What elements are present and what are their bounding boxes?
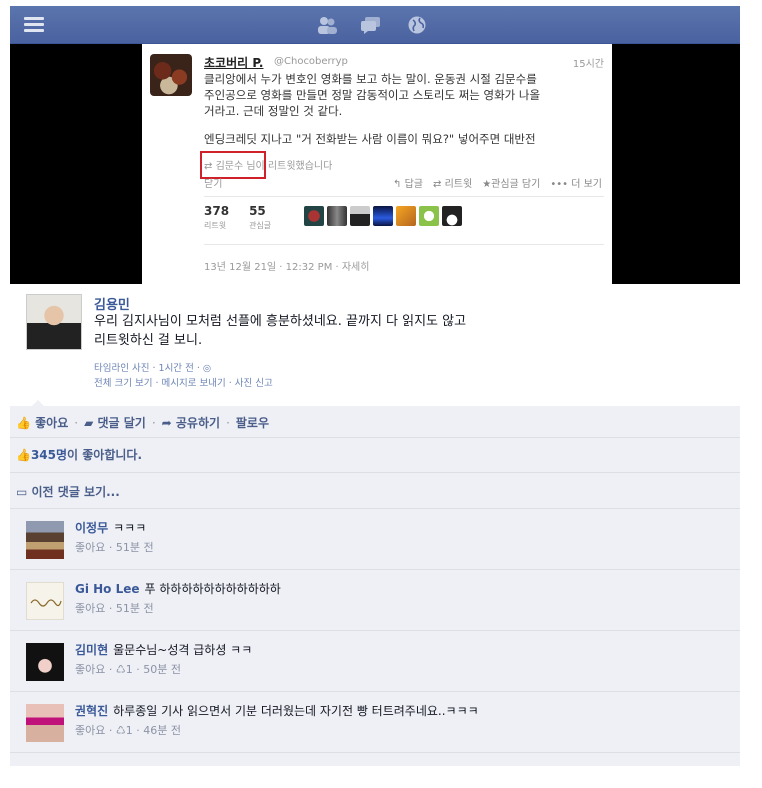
menu-icon[interactable] — [24, 17, 44, 33]
comment-outline-icon: ▭ — [16, 485, 32, 499]
thumbs-up-icon: 👍 — [16, 416, 36, 430]
avatar[interactable] — [26, 521, 64, 559]
post-text-line: 우리 김지사님이 모처럼 선플에 흥분하셨네요. 끝까지 다 읽지도 않고 — [94, 314, 467, 329]
comment-text: 권혁진 하루종일 기사 읽으면서 기분 더러웠는데 자기전 빵 터트려주네요..ㅋ… — [75, 704, 479, 718]
feedback-section: 👍 좋아요 · ▰ 댓글 달기 · ➦ 공유하기 · 팔로우 👍345명이 좋아… — [10, 406, 740, 766]
commenter-name[interactable]: 이정무 — [75, 521, 108, 535]
divider — [10, 472, 740, 473]
view-previous-comments-link[interactable]: ▭ 이전 댓글 보기... — [16, 483, 120, 500]
separator: · — [74, 415, 79, 430]
share-icon: ➦ — [161, 416, 176, 430]
timeline-photo[interactable]: 초코버리 P. @Chocoberryp 15시간 클리앙에서 누가 변호인 영… — [10, 44, 740, 284]
top-navigation-bar — [10, 6, 740, 44]
divider — [204, 196, 604, 197]
comment-text: 김미현 울문수님~성격 급하셩 ㅋㅋ — [75, 643, 253, 657]
signature-logo-icon — [30, 599, 62, 607]
avatar — [304, 206, 324, 226]
separator: · — [151, 415, 156, 430]
post-text-line: 리트윗하신 걸 보니. — [94, 333, 203, 348]
comment-text: 이정무 ㅋㅋㅋ — [75, 521, 147, 535]
reply-icon: ↰ — [393, 179, 405, 190]
follow-button[interactable]: 팔로우 — [236, 414, 269, 431]
favorites-stat: 55 관심글 — [249, 204, 272, 230]
tweet-author-name: 초코버리 P. — [204, 56, 264, 70]
tweet-reply-action: ↰ 답글 — [393, 179, 424, 190]
avatar — [396, 206, 416, 226]
commenter-name[interactable]: 김미현 — [75, 643, 108, 657]
comment-item: Gi Ho Lee 푸 하하하하하하하하하하하 좋아요 · 51분 전 — [10, 570, 740, 630]
like-button[interactable]: 👍 좋아요 — [16, 414, 68, 431]
comment-meta[interactable]: 좋아요 · ♺1 · 50분 전 — [75, 661, 181, 677]
more-dots-icon: ••• — [550, 179, 572, 190]
comment-item: 이정무 ㅋㅋㅋ 좋아요 · 51분 전 — [10, 509, 740, 569]
comment-icon: ▰ — [84, 416, 98, 430]
comment-meta[interactable]: 좋아요 · 51분 전 — [75, 539, 154, 555]
comment-meta[interactable]: 좋아요 · 51분 전 — [75, 600, 154, 616]
feedback-actions: 👍 좋아요 · ▰ 댓글 달기 · ➦ 공유하기 · 팔로우 — [16, 414, 269, 431]
post-author-name[interactable]: 김용민 — [94, 294, 130, 313]
tweet-body-paragraph: 엔딩크레딧 지나고 "거 전화받는 사람 이름이 뭐요?" 넣어주면 대반전 — [204, 132, 536, 146]
friends-icon[interactable] — [316, 15, 338, 35]
divider — [10, 752, 740, 753]
avatar — [419, 206, 439, 226]
retweets-stat: 378 리트윗 — [204, 204, 230, 230]
tweet-time: 15시간 — [572, 59, 604, 70]
avatar — [442, 206, 462, 226]
avatar[interactable] — [26, 294, 82, 350]
post-meta[interactable]: 타임라인 사진 · 1시간 전 · ◎ — [94, 360, 211, 374]
globe-icon[interactable] — [406, 15, 428, 35]
tweet-card: 초코버리 P. @Chocoberryp 15시간 클리앙에서 누가 변호인 영… — [142, 44, 612, 284]
share-button[interactable]: ➦ 공유하기 — [162, 414, 220, 431]
tweet-stats: 378 리트윗 55 관심글 — [204, 204, 271, 231]
likes-summary[interactable]: 👍345명이 좋아합니다. — [16, 446, 142, 463]
thumbs-up-outline-icon: 👍 — [16, 448, 31, 462]
messages-icon[interactable] — [360, 15, 382, 35]
photo-options-links[interactable]: 전체 크기 보기 · 메시지로 보내기 · 사진 신고 — [94, 375, 273, 389]
comment-button[interactable]: ▰ 댓글 달기 — [84, 414, 146, 431]
comment-item: 김미현 울문수님~성격 급하셩 ㅋㅋ 좋아요 · ♺1 · 50분 전 — [10, 631, 740, 691]
tweet-more-action: ••• 더 보기 — [550, 179, 602, 190]
tweet-body: 클리앙에서 누가 변호인 영화를 보고 하는 말이. 운동권 시절 김문수를 주… — [204, 71, 604, 159]
avatar[interactable] — [26, 643, 64, 681]
avatar[interactable] — [26, 582, 64, 620]
tweet-author-handle: @Chocoberryp — [274, 56, 348, 67]
star-icon: ★ — [482, 179, 492, 190]
tweet-actions: ↰ 답글 ⇄ 리트윗 ★관심글 담기 ••• 더 보기 — [393, 175, 602, 190]
divider — [10, 437, 740, 438]
avatar — [373, 206, 393, 226]
comment-item: 권혁진 하루종일 기사 읽으면서 기분 더러웠는데 자기전 빵 터트려주네요..ㅋ… — [10, 692, 740, 752]
divider — [204, 244, 604, 245]
separator: · — [226, 415, 230, 430]
tweet-author-avatar — [150, 54, 192, 96]
tweet-favorite-action: ★관심글 담기 — [482, 179, 541, 190]
post-text: 우리 김지사님이 모처럼 선플에 흥분하셨네요. 끝까지 다 읽지도 않고 리트… — [94, 312, 554, 350]
tweet-date: 13년 12월 21일 · 12:32 PM · 자세히 — [204, 262, 370, 273]
tweet-close-link: 닫기 — [204, 179, 223, 190]
commenter-name[interactable]: Gi Ho Lee — [75, 582, 140, 596]
tweet-body-paragraph: 클리앙에서 누가 변호인 영화를 보고 하는 말이. 운동권 시절 김문수를 주… — [204, 72, 541, 118]
avatar — [350, 206, 370, 226]
commenter-name[interactable]: 권혁진 — [75, 704, 108, 718]
retweet-icon: ⇄ — [433, 179, 445, 190]
retweeter-avatars — [304, 206, 462, 226]
comment-meta[interactable]: 좋아요 · ♺1 · 46분 전 — [75, 722, 181, 738]
avatar — [327, 206, 347, 226]
tweet-retweet-action: ⇄ 리트윗 — [433, 179, 473, 190]
comment-text: Gi Ho Lee 푸 하하하하하하하하하하하 — [75, 582, 281, 596]
avatar[interactable] — [26, 704, 64, 742]
